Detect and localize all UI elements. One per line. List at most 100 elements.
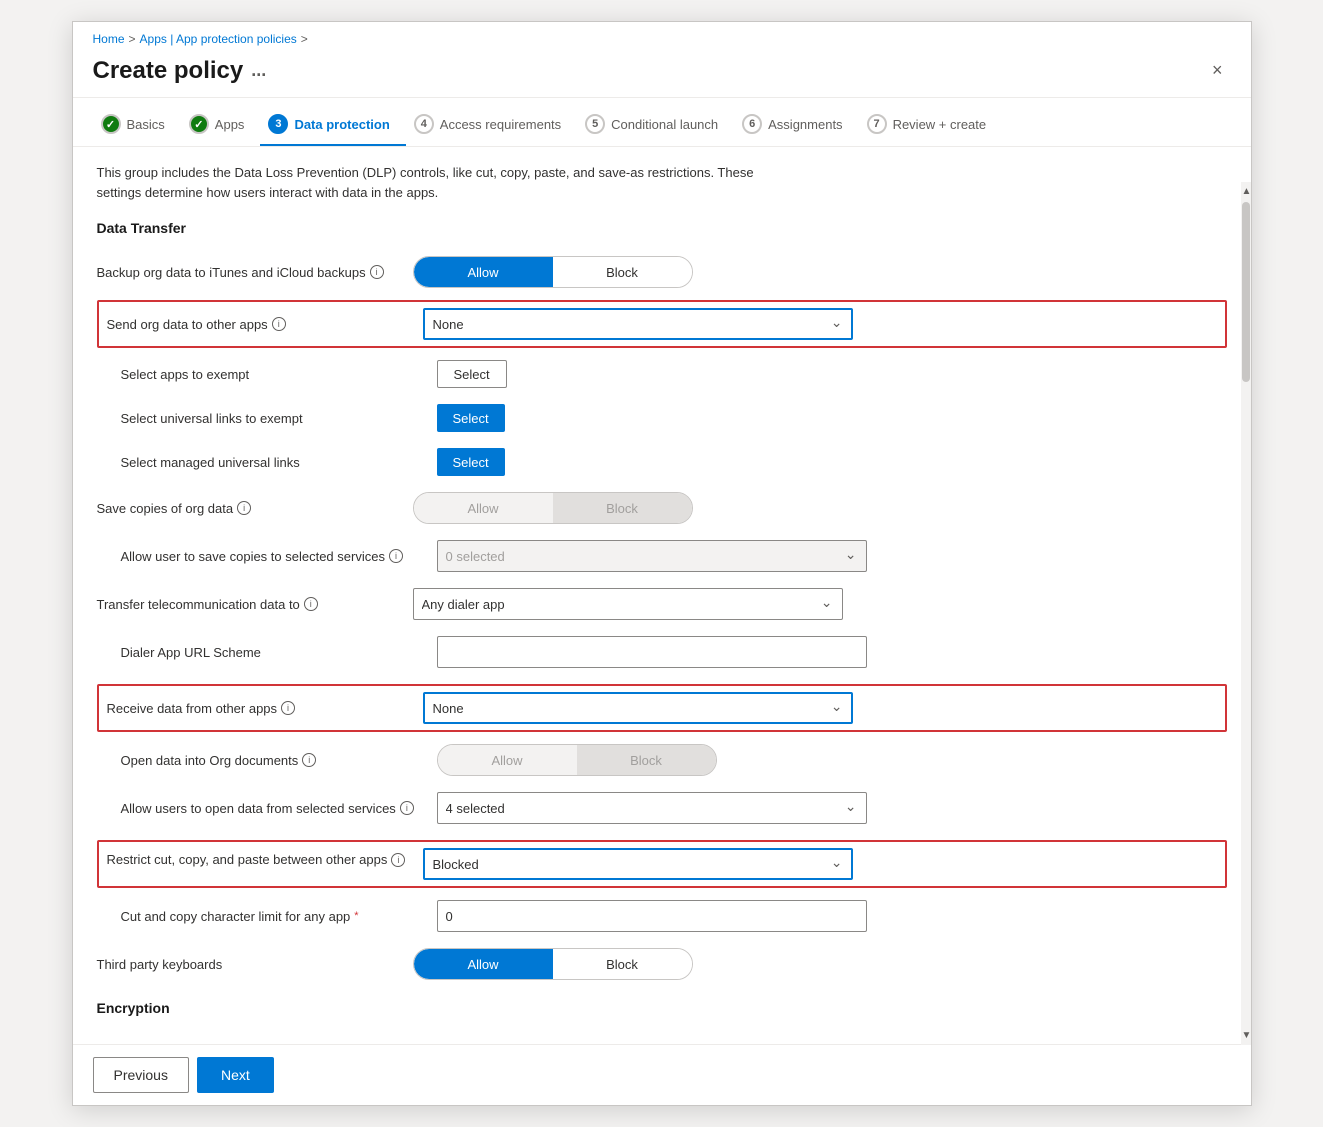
- scrollbar-down-arrow[interactable]: ▼: [1242, 1030, 1252, 1041]
- dropdown-send-org-data[interactable]: None: [423, 308, 853, 340]
- dropdown-transfer-telecom[interactable]: Any dialer app: [413, 588, 843, 620]
- label-select-managed-universal: Select managed universal links: [121, 455, 421, 470]
- breadcrumb-sep2: >: [301, 32, 308, 46]
- dropdown-allow-user-save[interactable]: 0 selected: [437, 540, 867, 572]
- dropdown-wrapper-send-org: None: [423, 308, 853, 340]
- previous-button[interactable]: Previous: [93, 1057, 189, 1093]
- description-text: This group includes the Data Loss Preven…: [97, 163, 797, 202]
- control-cut-copy-char-limit: [437, 900, 867, 932]
- breadcrumb-apps[interactable]: Apps | App protection policies: [140, 32, 297, 46]
- step-circle-review: 7: [867, 114, 887, 134]
- row-allow-users-open-data: Allow users to open data from selected s…: [97, 784, 1227, 832]
- select-managed-universal-button[interactable]: Select: [437, 448, 505, 476]
- encryption-section-title: Encryption: [97, 1000, 1227, 1016]
- row-allow-user-save: Allow user to save copies to selected se…: [97, 532, 1227, 580]
- breadcrumb-home[interactable]: Home: [93, 32, 125, 46]
- tab-assignments-label: Assignments: [768, 117, 842, 132]
- breadcrumb: Home > Apps | App protection policies >: [73, 22, 1251, 50]
- control-transfer-telecom: Any dialer app: [413, 588, 843, 620]
- step-circle-assignments: 6: [742, 114, 762, 134]
- tab-review-label: Review + create: [893, 117, 987, 132]
- control-receive-data: None: [423, 692, 853, 724]
- label-cut-copy-char-limit: Cut and copy character limit for any app…: [121, 909, 421, 924]
- toggle-open-data-org: Allow Block: [437, 744, 717, 776]
- scrollbar-up-arrow[interactable]: ▲: [1242, 186, 1252, 197]
- wizard-tabs: Basics Apps 3 Data protection 4 Access r…: [73, 98, 1251, 147]
- step-circle-conditional: 5: [585, 114, 605, 134]
- info-icon-transfer-telecom[interactable]: i: [304, 597, 318, 611]
- toggle-allow-keyboards[interactable]: Allow: [414, 949, 553, 979]
- row-save-copies: Save copies of org data i Allow Block: [97, 484, 1227, 532]
- create-policy-dialog: Home > Apps | App protection policies > …: [72, 21, 1252, 1106]
- info-icon-save-copies[interactable]: i: [237, 501, 251, 515]
- row-backup-org-data: Backup org data to iTunes and iCloud bac…: [97, 248, 1227, 296]
- scrollbar-thumb[interactable]: [1242, 202, 1250, 382]
- control-save-copies: Allow Block: [413, 492, 843, 524]
- label-third-party-keyboards: Third party keyboards: [97, 957, 397, 972]
- toggle-save-copies: Allow Block: [413, 492, 693, 524]
- toggle-block-open[interactable]: Block: [577, 745, 716, 775]
- label-allow-user-save: Allow user to save copies to selected se…: [121, 549, 421, 564]
- select-apps-exempt-button[interactable]: Select: [437, 360, 507, 388]
- tab-basics[interactable]: Basics: [93, 106, 181, 146]
- tab-conditional-launch[interactable]: 5 Conditional launch: [577, 106, 734, 146]
- next-button[interactable]: Next: [197, 1057, 274, 1093]
- label-select-universal-links: Select universal links to exempt: [121, 411, 421, 426]
- row-receive-data-highlighted: Receive data from other apps i None: [97, 684, 1227, 732]
- label-dialer-url: Dialer App URL Scheme: [121, 645, 421, 660]
- row-select-universal-links: Select universal links to exempt Select: [97, 396, 1227, 440]
- control-dialer-url: [437, 636, 867, 668]
- row-send-org-data-highlighted: Send org data to other apps i None: [97, 300, 1227, 348]
- label-allow-users-open-data: Allow users to open data from selected s…: [121, 801, 421, 816]
- dropdown-allow-users-open[interactable]: 4 selected: [437, 792, 867, 824]
- info-icon-receive-data[interactable]: i: [281, 701, 295, 715]
- info-icon-allow-users-open[interactable]: i: [400, 801, 414, 815]
- info-icon-restrict-cut[interactable]: i: [391, 853, 405, 867]
- step-circle-data-protection: 3: [268, 114, 288, 134]
- toggle-block-keyboards[interactable]: Block: [553, 949, 692, 979]
- input-dialer-url[interactable]: [437, 636, 867, 668]
- close-button[interactable]: ×: [1204, 56, 1231, 85]
- label-restrict-cut-copy: Restrict cut, copy, and paste between ot…: [107, 848, 407, 867]
- input-cut-copy-char-limit[interactable]: [437, 900, 867, 932]
- toggle-allow-save[interactable]: Allow: [414, 493, 553, 523]
- info-icon-backup[interactable]: i: [370, 265, 384, 279]
- label-select-apps-exempt: Select apps to exempt: [121, 367, 421, 382]
- tab-access-requirements[interactable]: 4 Access requirements: [406, 106, 577, 146]
- control-allow-users-open-data: 4 selected: [437, 792, 867, 824]
- toggle-block-save[interactable]: Block: [553, 493, 692, 523]
- toggle-block-backup[interactable]: Block: [553, 257, 692, 287]
- label-save-copies: Save copies of org data i: [97, 501, 397, 516]
- row-select-apps-exempt: Select apps to exempt Select: [97, 352, 1227, 396]
- row-third-party-keyboards: Third party keyboards Allow Block: [97, 940, 1227, 988]
- info-icon-allow-user-save[interactable]: i: [389, 549, 403, 563]
- tab-review-create[interactable]: 7 Review + create: [859, 106, 1003, 146]
- tab-access-label: Access requirements: [440, 117, 561, 132]
- label-open-data-org: Open data into Org documents i: [121, 753, 421, 768]
- label-backup-org-data: Backup org data to iTunes and iCloud bac…: [97, 265, 397, 280]
- dropdown-receive-data[interactable]: None: [423, 692, 853, 724]
- select-universal-links-button[interactable]: Select: [437, 404, 505, 432]
- label-receive-data: Receive data from other apps i: [107, 701, 407, 716]
- required-star-char-limit: *: [354, 910, 358, 922]
- control-send-org-data: None: [423, 308, 853, 340]
- dropdown-wrapper-restrict-cut: Blocked: [423, 848, 853, 880]
- tab-data-protection-label: Data protection: [294, 117, 389, 132]
- step-circle-access: 4: [414, 114, 434, 134]
- toggle-allow-backup[interactable]: Allow: [414, 257, 553, 287]
- breadcrumb-sep1: >: [129, 32, 136, 46]
- control-allow-user-save: 0 selected: [437, 540, 867, 572]
- tab-data-protection[interactable]: 3 Data protection: [260, 106, 405, 146]
- toggle-allow-open[interactable]: Allow: [438, 745, 577, 775]
- step-circle-apps: [189, 114, 209, 134]
- tab-apps[interactable]: Apps: [181, 106, 261, 146]
- tab-assignments[interactable]: 6 Assignments: [734, 106, 858, 146]
- tab-apps-label: Apps: [215, 117, 245, 132]
- info-icon-open-data-org[interactable]: i: [302, 753, 316, 767]
- content-area: This group includes the Data Loss Preven…: [73, 147, 1251, 1044]
- more-options-icon[interactable]: ...: [251, 60, 266, 81]
- row-select-managed-universal: Select managed universal links Select: [97, 440, 1227, 484]
- info-icon-send-org[interactable]: i: [272, 317, 286, 331]
- dropdown-restrict-cut-copy[interactable]: Blocked: [423, 848, 853, 880]
- toggle-third-party-keyboards: Allow Block: [413, 948, 693, 980]
